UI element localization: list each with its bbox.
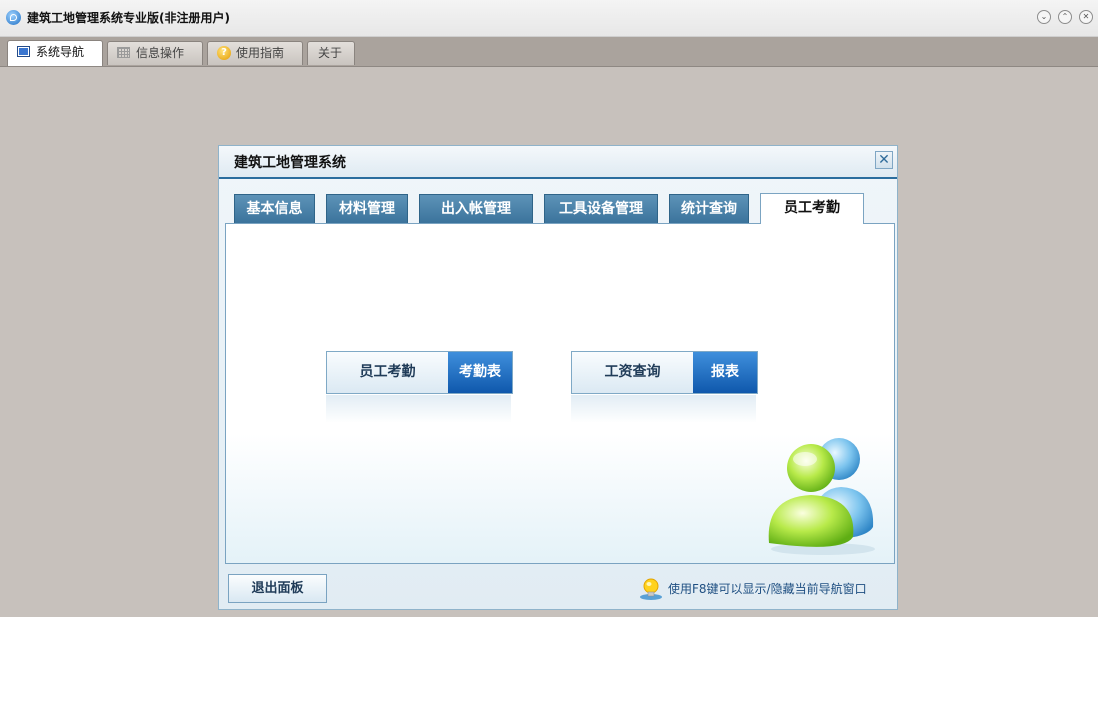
attendance-label: 员工考勤 — [327, 352, 448, 393]
app-logo-icon — [6, 10, 21, 25]
salary-report-button[interactable]: 报表 — [693, 352, 757, 393]
tab-panel: 员工考勤 考勤表 工资查询 报表 — [225, 223, 895, 564]
salary-action: 工资查询 报表 — [571, 351, 758, 394]
grid-icon — [117, 47, 130, 58]
tab-statistics[interactable]: 统计查询 — [669, 194, 749, 223]
title-bar: 建筑工地管理系统专业版(非注册用户) ⌄ ⌃ ✕ — [0, 0, 1098, 37]
attendance-action: 员工考勤 考勤表 — [326, 351, 513, 394]
reflection — [326, 395, 511, 423]
help-icon — [217, 46, 231, 60]
tab-tools-equipment[interactable]: 工具设备管理 — [544, 194, 658, 223]
attendance-sheet-button[interactable]: 考勤表 — [448, 352, 512, 393]
tab-label: 关于 — [318, 46, 343, 60]
dialog-title: 建筑工地管理系统 — [234, 155, 346, 171]
minimize-button[interactable]: ⌄ — [1037, 10, 1051, 24]
dialog-close-button[interactable]: ✕ — [875, 151, 893, 169]
hint: 使用F8键可以显示/隐藏当前导航窗口 — [639, 574, 867, 603]
app-window: 建筑工地管理系统专业版(非注册用户) ⌄ ⌃ ✕ 系统导航 信息操作 使用指南 … — [0, 0, 1098, 617]
tab-attendance[interactable]: 员工考勤 — [760, 193, 864, 224]
tab-accounts[interactable]: 出入帐管理 — [419, 194, 533, 223]
window-icon — [17, 46, 30, 57]
navigation-dialog: 建筑工地管理系统 ✕ 基本信息 材料管理 出入帐管理 工具设备管理 统计查询 员… — [218, 145, 898, 610]
maximize-button[interactable]: ⌃ — [1058, 10, 1072, 24]
hint-text: 使用F8键可以显示/隐藏当前导航窗口 — [668, 582, 867, 596]
tab-materials[interactable]: 材料管理 — [326, 194, 408, 223]
reflection — [571, 395, 756, 423]
tab-label: 系统导航 — [36, 45, 85, 59]
window-title: 建筑工地管理系统专业版(非注册用户) — [27, 11, 230, 25]
dialog-title-bar: 建筑工地管理系统 ✕ — [219, 146, 897, 179]
tab-system-navigation[interactable]: 系统导航 — [7, 40, 103, 66]
tab-about[interactable]: 关于 — [307, 41, 355, 65]
lightbulb-icon — [640, 578, 662, 600]
tab-info-operations[interactable]: 信息操作 — [107, 41, 203, 65]
salary-query-label: 工资查询 — [572, 352, 693, 393]
tab-basic-info[interactable]: 基本信息 — [234, 194, 315, 223]
top-tab-bar: 系统导航 信息操作 使用指南 关于 — [0, 37, 1098, 67]
tab-user-guide[interactable]: 使用指南 — [207, 41, 303, 65]
tab-label: 使用指南 — [236, 46, 285, 60]
users-icon — [768, 438, 875, 555]
tab-label: 信息操作 — [136, 46, 185, 60]
close-window-button[interactable]: ✕ — [1079, 10, 1093, 24]
exit-panel-button[interactable]: 退出面板 — [228, 574, 327, 603]
